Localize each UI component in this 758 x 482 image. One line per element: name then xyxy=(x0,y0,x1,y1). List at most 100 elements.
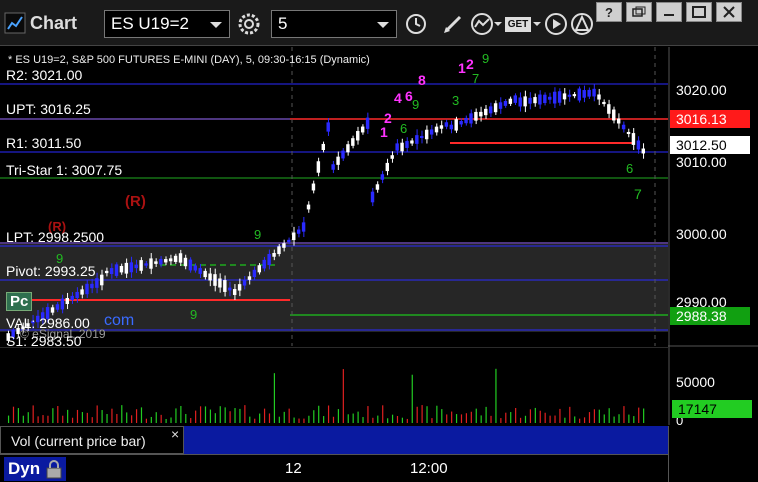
volume-bar xyxy=(337,409,340,423)
td-count-magenta-1: 1 xyxy=(380,124,388,140)
symbol-value: ES U19=2 xyxy=(111,14,189,33)
settings-button[interactable] xyxy=(233,10,265,38)
candle-body xyxy=(552,91,557,104)
volume-bar xyxy=(598,409,600,423)
candle-body xyxy=(129,262,133,273)
candle-body xyxy=(316,161,321,173)
candle-body xyxy=(459,120,463,125)
candle-body xyxy=(306,204,311,210)
interval-combobox[interactable]: 5 xyxy=(271,10,397,38)
lpt-suffix: 00 xyxy=(88,229,105,245)
volume-bar xyxy=(500,418,502,423)
minimize-icon xyxy=(664,14,674,16)
volume-bar xyxy=(259,413,261,423)
volume-bar xyxy=(160,414,162,423)
time-axis[interactable]: Dyn 12 12:00 xyxy=(0,454,668,482)
volume-bar xyxy=(209,409,212,423)
draw-tool-button[interactable] xyxy=(437,10,469,38)
level-label-tristar: Tri-Star 1: 3007.75 xyxy=(6,162,123,178)
chart-toolbar: Chart ES U19=2 5 GET ? xyxy=(0,0,758,46)
alert-button[interactable] xyxy=(566,10,598,38)
td-count-green-g: 9 xyxy=(254,227,261,242)
candle-body xyxy=(296,229,301,234)
volume-bar xyxy=(76,409,79,423)
volume-bar xyxy=(529,409,532,423)
candle-body xyxy=(267,253,271,266)
volume-bar xyxy=(131,415,133,423)
level-label-upt: UPT: 3016.25 xyxy=(6,101,91,117)
volume-bar xyxy=(534,407,536,423)
help-button[interactable]: ? xyxy=(596,2,622,22)
candle-body xyxy=(513,95,517,103)
volume-current-tag: 17147 xyxy=(672,400,752,418)
volume-bar xyxy=(195,410,197,423)
volume-bar xyxy=(569,406,571,423)
volume-bar xyxy=(475,408,477,423)
candle-body xyxy=(208,273,212,281)
gear-icon xyxy=(238,13,260,35)
volume-bar xyxy=(116,413,118,423)
chart-window-title: Chart xyxy=(4,12,77,34)
volume-bar xyxy=(559,408,561,423)
volume-study-close-icon[interactable]: × xyxy=(171,426,179,442)
volume-bar xyxy=(229,411,231,423)
candle-body xyxy=(104,270,109,274)
volume-bar xyxy=(17,408,20,423)
volume-bar xyxy=(293,417,295,423)
td-count-green-c: 3 xyxy=(452,93,459,108)
candle-body xyxy=(469,113,473,124)
td-count-magenta-2: 2 xyxy=(384,110,392,126)
price-chart-pane[interactable]: (R) (R) 1 2 4 6 8 1 2 6 9 3 7 9 9 9 9 6 … xyxy=(0,47,668,349)
volume-pane[interactable] xyxy=(0,346,668,425)
level-label-lpt: LPT: 2998.2500 xyxy=(6,229,104,245)
td-count-magenta-2b: 2 xyxy=(466,56,474,72)
volume-bar xyxy=(7,415,10,423)
candle-body xyxy=(326,122,330,132)
candle-body xyxy=(164,259,168,263)
candle-body xyxy=(178,253,183,263)
volume-bar xyxy=(318,405,320,423)
symbol-combobox[interactable]: ES U19=2 xyxy=(104,10,230,38)
candle-body xyxy=(292,232,296,241)
candle-body xyxy=(592,88,596,97)
candle-body xyxy=(228,287,232,291)
time-template-button[interactable] xyxy=(400,10,432,38)
volume-bar xyxy=(544,412,546,423)
minimize-button[interactable] xyxy=(656,2,682,22)
footer-blue-bar xyxy=(184,426,668,454)
r-marker: (R) xyxy=(125,193,146,210)
volume-bar xyxy=(81,412,84,423)
volume-bar xyxy=(613,416,615,423)
candle-body xyxy=(587,89,591,97)
candle-body xyxy=(70,295,74,301)
candle-body xyxy=(188,259,193,271)
candle-body xyxy=(538,94,542,105)
dyn-panel[interactable]: Dyn xyxy=(4,457,66,481)
level-label-pivot: Pivot: 2993.25 xyxy=(6,263,96,279)
restore-button[interactable] xyxy=(626,2,652,22)
candle-body xyxy=(100,274,104,286)
candle-body xyxy=(85,283,89,295)
candle-body xyxy=(567,94,572,97)
studies-button[interactable] xyxy=(470,10,502,38)
candle-body xyxy=(262,259,266,269)
candle-body xyxy=(287,239,291,243)
axis-corner xyxy=(668,426,758,482)
candle-body xyxy=(518,97,522,107)
partial-label-com: com xyxy=(104,312,135,329)
close-button[interactable] xyxy=(716,2,742,22)
candle-body xyxy=(474,111,478,121)
candle-body xyxy=(449,124,453,130)
candle-body xyxy=(159,258,163,265)
candle-body xyxy=(237,284,242,291)
volume-bar xyxy=(382,405,384,423)
volume-bar xyxy=(554,415,556,423)
partial-label-pc: Pc xyxy=(6,292,33,311)
value-area-shade xyxy=(0,244,668,332)
level-label-r1: R1: 3011.50 xyxy=(6,135,82,151)
maximize-button[interactable] xyxy=(686,2,712,22)
candle-body xyxy=(331,164,335,170)
get-button[interactable]: GET xyxy=(504,10,542,38)
candle-body xyxy=(562,93,567,100)
volume-bar xyxy=(165,418,167,423)
